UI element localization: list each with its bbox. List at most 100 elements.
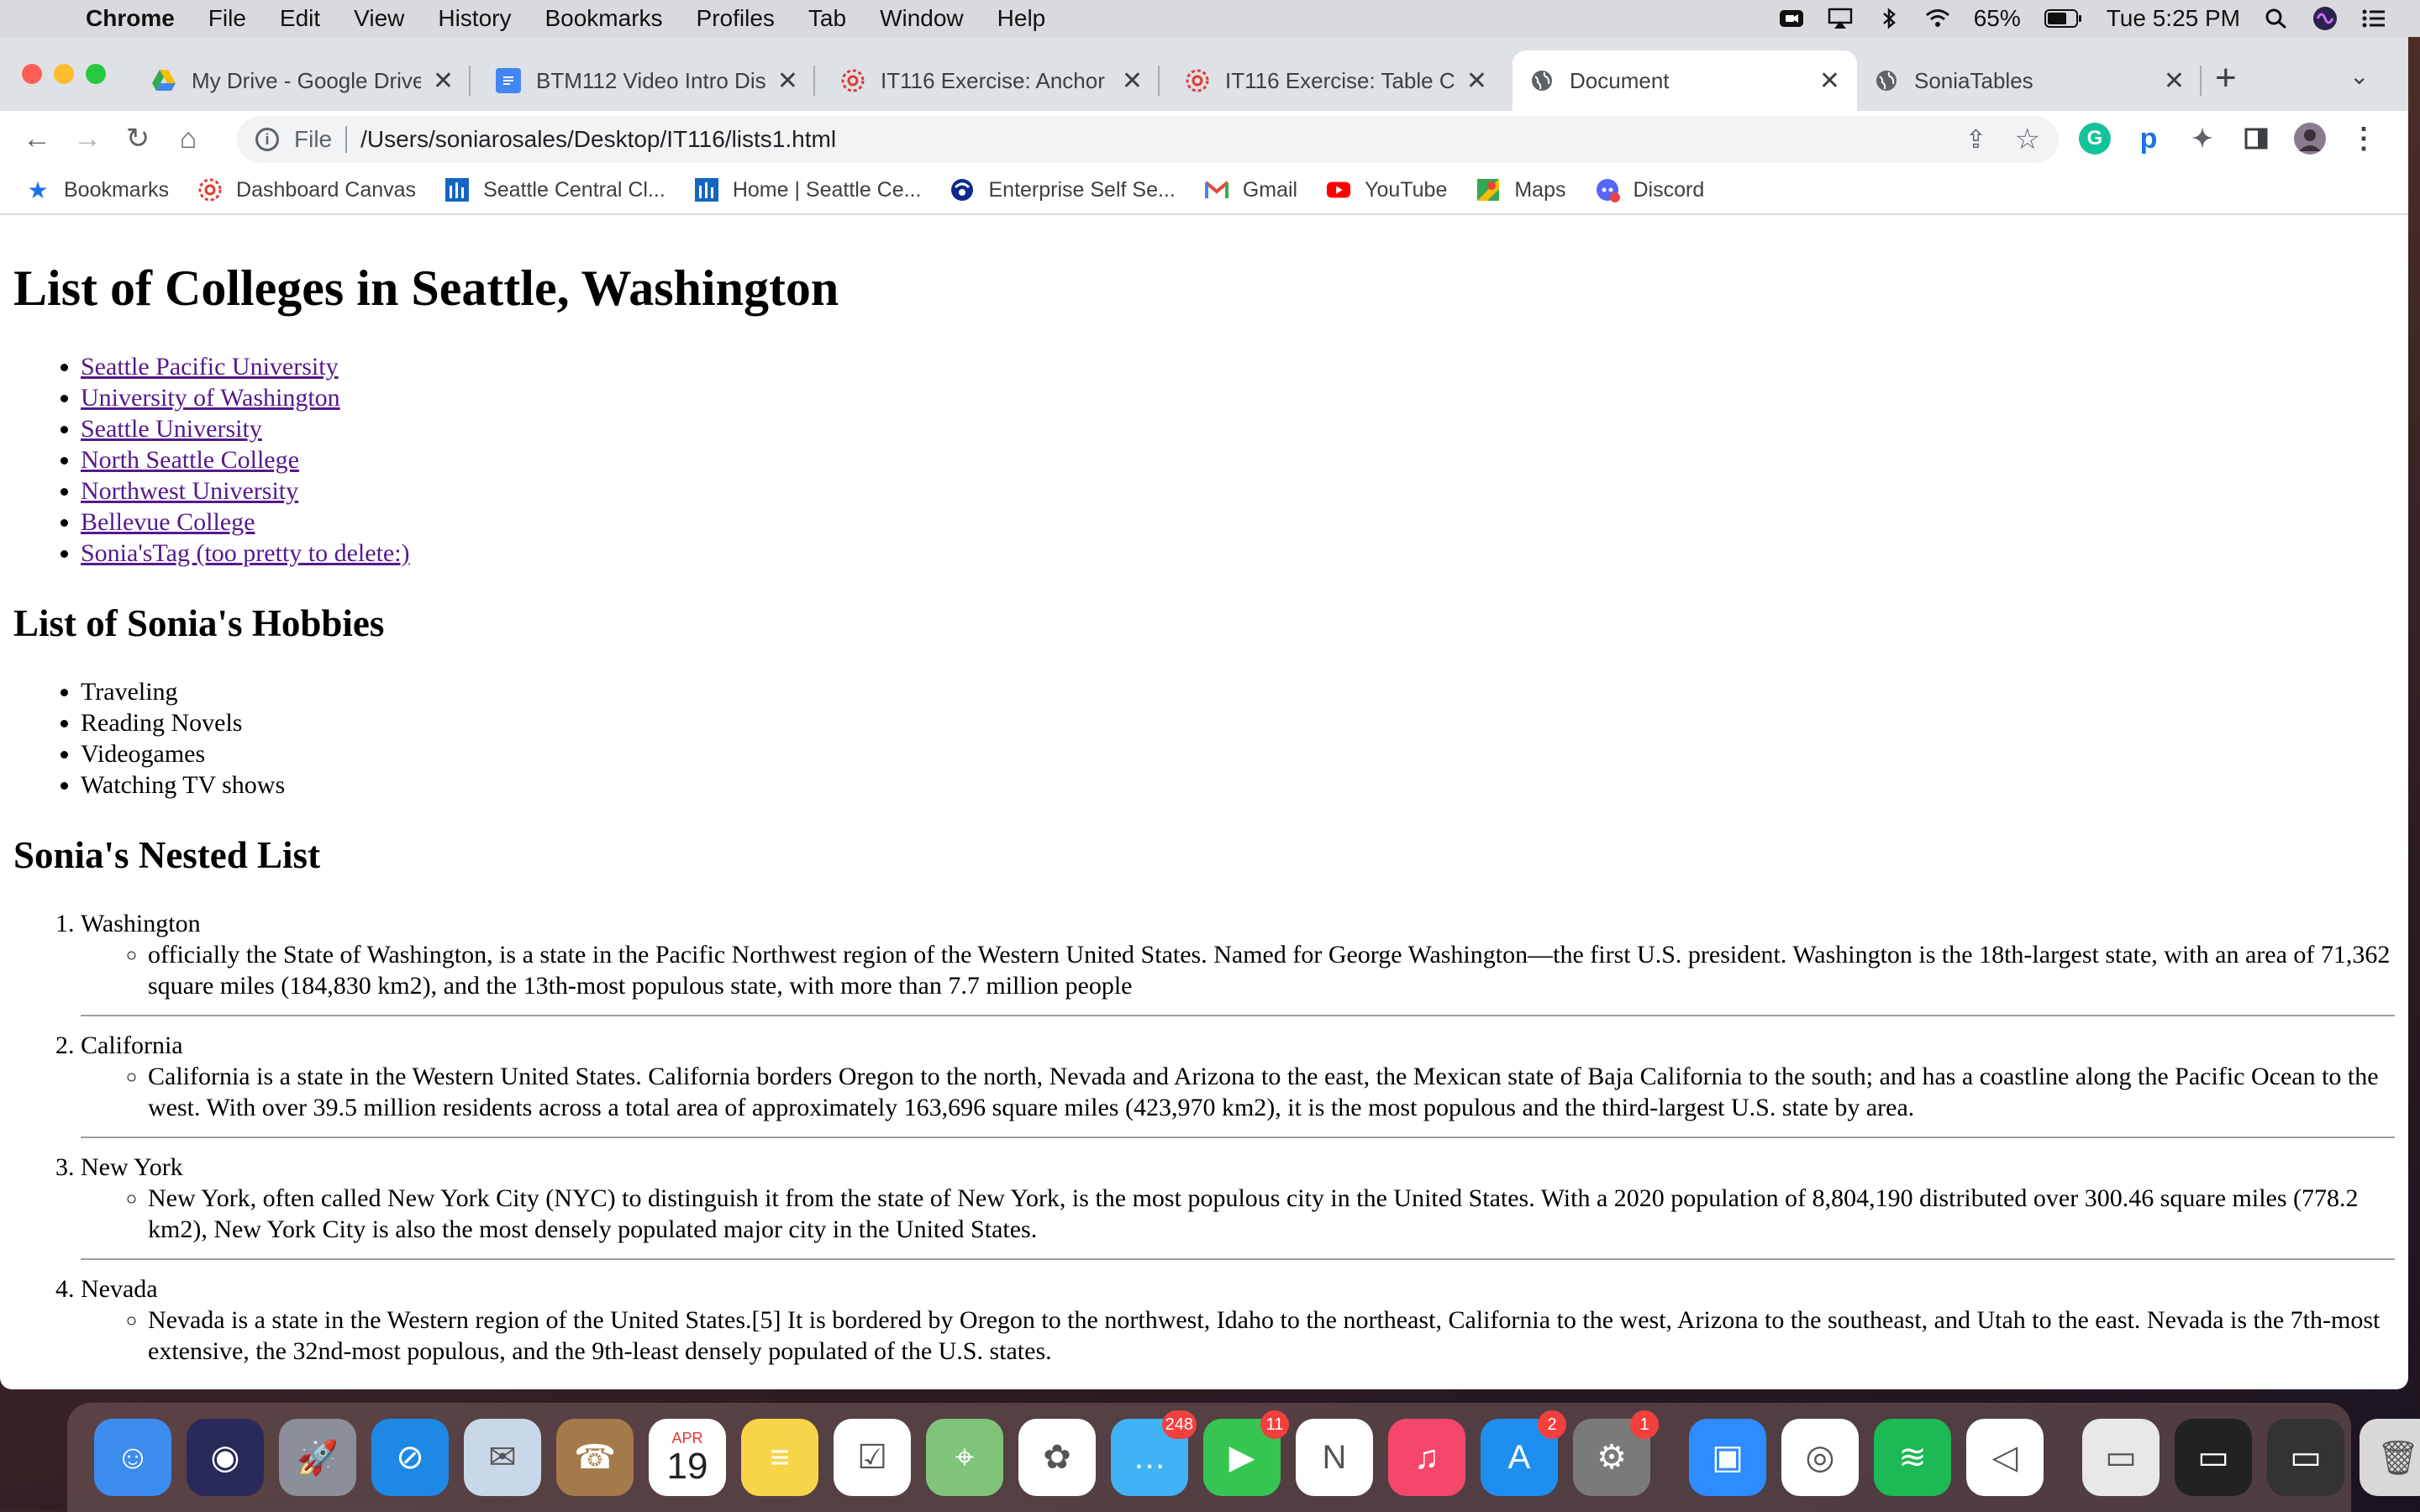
messages-icon[interactable]: … 248 [1111,1410,1197,1496]
reminders-icon[interactable]: ☑ [834,1419,911,1496]
new-tab-plus-icon[interactable]: + [2215,57,2237,99]
close-window-button[interactable] [22,64,42,84]
tab-document[interactable]: Document ✕ [1512,50,1857,111]
tab-close-icon[interactable]: ✕ [777,66,798,96]
reload-icon[interactable]: ↻ [113,122,163,155]
forward-arrow-icon[interactable]: → [62,123,113,155]
bookmark-star-icon[interactable]: ☆ [2015,123,2040,156]
menu-tab[interactable]: Tab [808,5,846,32]
bookmark-youtube[interactable]: YouTube [1326,177,1447,202]
college-link[interactable]: Seattle Pacific University [81,353,339,381]
safari-icon[interactable]: ⊘ [371,1419,449,1496]
menu-edit[interactable]: Edit [280,5,320,32]
tab-separator [469,66,471,96]
vscode-icon[interactable]: ◁ [1966,1419,2044,1496]
tab-btm112[interactable]: BTM112 Video Intro Dis... ✕ [479,50,815,111]
menu-window[interactable]: Window [880,5,964,32]
tab-my-drive[interactable]: My Drive - Google Drive ✕ [134,50,471,111]
tab-soniatables[interactable]: SoniaTables ✕ [1857,50,2202,111]
tab-it116-anchor[interactable]: IT116 Exercise: Anchor Ta ✕ [823,50,1160,111]
extension-p-icon[interactable]: p [2133,123,2165,155]
share-icon[interactable]: ⇪ [1965,125,1986,155]
grammarly-icon[interactable]: G [2079,123,2111,155]
bookmark-dashboard-canvas[interactable]: Dashboard Canvas [197,177,416,202]
tab-close-icon[interactable]: ✕ [1466,66,1487,96]
screen-record-icon[interactable] [1779,8,1804,29]
minimize-window-button[interactable] [54,64,74,84]
launchpad-icon[interactable]: 🚀 [279,1419,356,1496]
college-link[interactable]: Northwest University [81,477,298,505]
tab-close-icon[interactable]: ✕ [2164,66,2185,96]
wifi-icon[interactable] [1925,8,1950,29]
siri-icon[interactable]: ◉ [187,1419,264,1496]
bookmark-enterprise-self-service[interactable]: Enterprise Self Se... [950,177,1176,202]
bookmark-gmail[interactable]: Gmail [1204,177,1297,202]
back-arrow-icon[interactable]: ← [12,123,62,155]
bookmark-bookmarks[interactable]: ★ Bookmarks [25,177,169,203]
contacts-icon[interactable]: ☎ [556,1419,634,1496]
bluetooth-icon[interactable] [1876,8,1902,29]
finder-icon[interactable]: ☺ [94,1419,171,1496]
spotlight-search-icon[interactable] [2264,8,2289,29]
music-icon[interactable]: ♫ [1388,1419,1465,1496]
home-icon[interactable]: ⌂ [163,123,213,155]
site-info-icon[interactable]: i [255,128,279,151]
tab-close-icon[interactable]: ✕ [1122,66,1143,96]
menu-history[interactable]: History [438,5,511,32]
address-bar[interactable]: i File /Users/soniarosales/Desktop/IT116… [237,116,2059,163]
app-store-icon[interactable]: A2 [1481,1410,1566,1496]
address-url[interactable]: /Users/soniarosales/Desktop/IT116/lists1… [360,126,836,153]
notes-icon[interactable]: ≡ [741,1419,818,1496]
profile-avatar[interactable] [2294,123,2326,155]
canvas-icon [197,177,223,202]
calendar-icon[interactable]: APR 19 [649,1419,726,1496]
airplay-icon[interactable] [1828,8,1853,29]
hobbies-heading: List of Sonia's Hobbies [13,602,385,644]
bookmark-maps[interactable]: Maps [1476,177,1566,202]
window-preview-icon[interactable]: ▭ [2175,1419,2252,1496]
chrome-icon[interactable]: ◎ [1781,1419,1859,1496]
extensions-puzzle-icon[interactable]: ✦ [2186,123,2218,155]
system-preferences-icon[interactable]: ⚙ 1 [1573,1410,1659,1496]
list-item: University of Washington [81,382,2395,413]
college-link[interactable]: University of Washington [81,384,340,412]
bookmark-discord[interactable]: Discord [1595,177,1704,202]
bookmark-home-seattle-central[interactable]: Home | Seattle Ce... [694,177,921,202]
mail-icon[interactable]: ✉ [464,1419,541,1496]
zoom-icon[interactable]: ▣ [1689,1419,1766,1496]
tab-close-icon[interactable]: ✕ [1819,66,1840,96]
control-center-icon[interactable] [2361,8,2386,29]
zoom-window-button[interactable] [86,64,106,84]
menu-help[interactable]: Help [997,5,1046,32]
side-panel-icon[interactable] [2240,123,2272,155]
photos-icon[interactable]: ✿ [1018,1419,1096,1496]
window-preview-icon[interactable]: ▭ [2267,1419,2344,1496]
tab-search-chevron-icon[interactable]: ⌄ [2349,62,2369,90]
menu-bookmarks[interactable]: Bookmarks [544,5,662,32]
college-link[interactable]: Sonia'sTag (too pretty to delete:) [81,539,410,567]
tab-it116-table[interactable]: IT116 Exercise: Table Cre ✕ [1168,50,1504,111]
window-preview-icon[interactable]: ▭ [2082,1419,2160,1496]
bookmark-seattle-central-cl[interactable]: Seattle Central Cl... [445,177,666,202]
college-link[interactable]: Bellevue College [81,508,255,536]
menu-profiles[interactable]: Profiles [697,5,775,32]
nested-list: Washington officially the State of Washi… [13,908,2395,1367]
battery-icon[interactable] [2044,8,2083,29]
siri-icon[interactable] [2312,6,2338,31]
menu-view[interactable]: View [354,5,404,32]
seattle-central-icon [445,177,470,202]
menu-app-name[interactable]: Chrome [86,5,175,32]
maps-app-icon[interactable]: ⌖ [926,1419,1003,1496]
menu-file[interactable]: File [208,5,246,32]
spotify-icon[interactable]: ≋ [1874,1419,1951,1496]
state-name: Nevada [81,1275,158,1303]
college-link[interactable]: Seattle University [81,415,262,443]
tab-close-icon[interactable]: ✕ [433,66,454,96]
menu-clock[interactable]: Tue 5:25 PM [2107,5,2240,32]
tab-separator [813,66,815,96]
facetime-icon[interactable]: ▶ 11 [1203,1410,1289,1496]
college-link[interactable]: North Seattle College [81,446,299,474]
chrome-menu-icon[interactable]: ⋮ [2348,123,2380,155]
news-icon[interactable]: N [1296,1419,1373,1496]
trash-icon[interactable]: 🗑 [2360,1419,2420,1496]
